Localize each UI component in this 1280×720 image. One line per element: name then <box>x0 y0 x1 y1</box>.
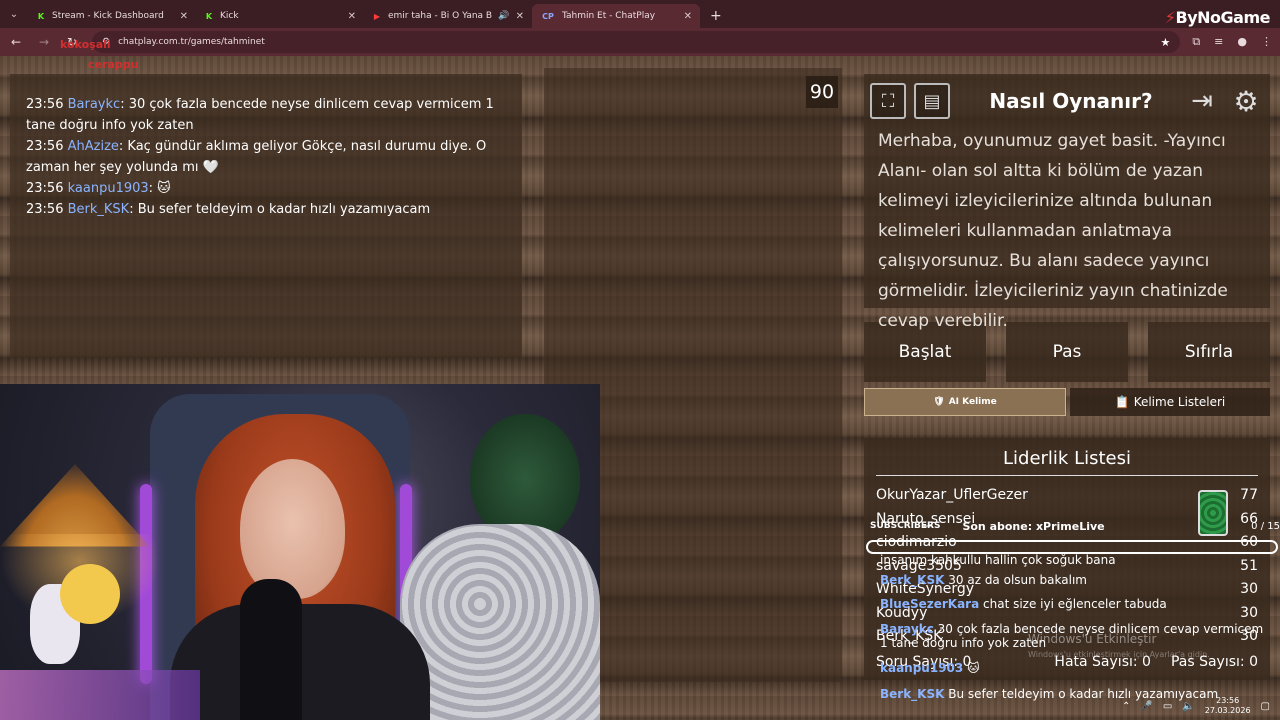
plush-toy-yellow <box>60 564 120 624</box>
clipboard-icon: 📋 <box>1114 395 1130 409</box>
chevron-down-icon: ⌄ <box>9 8 19 20</box>
address-bar: ← → ↻ ⚙ chatplay.com.tr/games/tahminet ★… <box>0 28 1280 56</box>
profile-avatar-icon[interactable]: ● <box>1237 35 1247 49</box>
tab-title: Tahmin Et - ChatPlay <box>562 11 656 21</box>
right-column: ⛶ ▤ Nasıl Oynanır? ⇥ ⚙ Merhaba, oyunumuz… <box>864 74 1270 680</box>
neon-light <box>0 670 200 720</box>
how-to-play-panel: ⛶ ▤ Nasıl Oynanır? ⇥ ⚙ Merhaba, oyunumuz… <box>864 74 1270 331</box>
tab-kick[interactable]: K Kick ✕ <box>196 4 364 28</box>
chat-username: kaanpu1903 <box>67 181 149 196</box>
tab-tahmin-et[interactable]: CP Tahmin Et - ChatPlay ✕ <box>532 4 700 28</box>
how-to-play-title: Nasıl Oynanır? <box>989 89 1153 113</box>
bynogame-logo: ⚡ByNoGame <box>1164 8 1271 27</box>
chat-message: 23:56 Berk_KSK: Bu sefer teldeyim o kada… <box>26 202 431 217</box>
subscribers-label: SUBSCRIBERS <box>870 521 941 531</box>
overlay-chat-message: Berk_KSK 30 az da olsun bakalım <box>880 573 1087 587</box>
extensions-icon[interactable]: ⧉ <box>1192 35 1200 49</box>
system-clock[interactable]: 23:56 27.03.2026 <box>1205 696 1251 716</box>
subscriber-goal: SUBSCRIBERS Son abone: xPrimeLive 0 / 15 <box>870 514 1280 538</box>
close-icon[interactable]: ✕ <box>180 11 188 22</box>
chat-message: 23:56 Baraykc: 30 çok fazla bencede neys… <box>26 97 494 133</box>
tab-youtube[interactable]: ▶ emir taha - Bi O Yana Bi Bu 🔊 ✕ <box>364 4 532 28</box>
chat-text: : Bu sefer teldeyim o kadar hızlı yazamı… <box>129 202 431 217</box>
how-to-play-text: Merhaba, oyunumuz gayet basit. -Yayıncı … <box>878 131 1228 331</box>
chat-username: Berk_KSK <box>67 202 130 217</box>
close-icon[interactable]: ✕ <box>516 11 524 22</box>
volume-icon[interactable]: 🔈 <box>1182 701 1194 712</box>
kick-favicon-icon: K <box>37 11 45 21</box>
forward-arrow-icon[interactable]: → <box>36 35 52 49</box>
knit-blanket <box>400 524 600 720</box>
chat-message: 23:56 kaanpu1903: 🐱 <box>26 181 171 196</box>
taskbar-tray: ⌃ 🎤 ▭ 🔈 23:56 27.03.2026 ▢ <box>600 692 1280 720</box>
tab-search-button[interactable]: ⌄ <box>0 0 28 28</box>
ai-word-button[interactable]: 🛡 AI Kelime <box>864 388 1066 416</box>
expand-icon: ⛶ <box>881 90 895 112</box>
url-text: chatplay.com.tr/games/tahminet <box>118 37 265 47</box>
exit-icon: ⇥ <box>1191 86 1213 116</box>
chat-username: AhAzize <box>67 139 119 154</box>
chat-panel: 23:56 Baraykc: 30 çok fazla bencede neys… <box>10 74 522 358</box>
tab-title: Kick <box>220 11 239 21</box>
chat-text: : 🐱 <box>148 181 171 196</box>
tab-title: Stream - Kick Dashboard <box>52 11 164 21</box>
chevron-up-icon[interactable]: ⌃ <box>1122 701 1130 712</box>
streamer-face <box>240 459 345 599</box>
robot-icon: 🛡 <box>933 397 945 407</box>
overlay-chat-message: insanım kahkullu hallin çok soğuk bana <box>880 553 1116 567</box>
back-arrow-icon[interactable]: ← <box>8 35 24 49</box>
tab-bar: ⌄ K Stream - Kick Dashboard ✕ K Kick ✕ ▶… <box>0 0 1280 28</box>
leaderboard-title: Liderlik Listesi <box>876 448 1258 476</box>
kick-favicon-icon: K <box>205 11 213 21</box>
microphone-icon[interactable]: 🎤 <box>1140 701 1152 712</box>
network-icon[interactable]: ▭ <box>1163 701 1172 712</box>
overlay-chat-message: kaanpu1903 🐱 <box>880 661 980 675</box>
exit-button[interactable]: ⇥ <box>1184 83 1220 119</box>
speaker-icon[interactable]: 🔊 <box>498 11 509 21</box>
microphone <box>240 579 302 720</box>
document-icon: ▤ <box>923 90 941 112</box>
close-icon[interactable]: ✕ <box>348 11 356 22</box>
chat-message: 23:56 AhAzize: Kaç gündür aklıma geliyor… <box>26 139 487 175</box>
menu-kebab-icon[interactable]: ⋮ <box>1261 35 1272 49</box>
chatplay-favicon-icon: CP <box>542 11 554 21</box>
countdown-timer: 90 <box>806 76 838 108</box>
close-icon[interactable]: ✕ <box>684 11 692 22</box>
sub-goal-count: 0 / 15 <box>1251 520 1280 532</box>
tab-title: emir taha - Bi O Yana Bi Bu <box>388 11 493 21</box>
overlay-chat-message: BlueSezerKara chat size iyi eğlenceler t… <box>880 597 1167 611</box>
word-lists-button[interactable]: 📋 Kelime Listeleri <box>1070 388 1270 416</box>
bookmark-star-icon[interactable]: ★ <box>1160 36 1170 49</box>
url-input[interactable]: ⚙ chatplay.com.tr/games/tahminet ★ <box>92 31 1181 53</box>
notes-button[interactable]: ▤ <box>914 83 950 119</box>
media-icon[interactable]: ≡ <box>1214 35 1223 49</box>
webcam-feed <box>0 384 600 720</box>
chat-username: Baraykc <box>67 97 121 112</box>
windows-activate-subtext: Windows'u etkinleştirmek için Ayarlar'a … <box>1028 650 1210 659</box>
windows-activate-watermark: Windows'u Etkinleştir <box>1028 632 1157 646</box>
tab-kick-dashboard[interactable]: K Stream - Kick Dashboard ✕ <box>28 4 196 28</box>
new-tab-button[interactable]: + <box>700 4 732 28</box>
settings-button[interactable]: ⚙ <box>1228 83 1264 119</box>
channel-logo-text: kokoşali <box>60 38 111 51</box>
sub-goal-progress-bar <box>866 540 1278 554</box>
youtube-favicon-icon: ▶ <box>373 11 381 21</box>
gear-icon: ⚙ <box>1233 84 1259 118</box>
fullscreen-button[interactable]: ⛶ <box>870 83 906 119</box>
notification-icon[interactable]: ▢ <box>1261 701 1270 712</box>
last-subscriber: Son abone: xPrimeLive <box>962 519 1105 533</box>
channel-logo-subtext: cerappu <box>88 58 139 71</box>
